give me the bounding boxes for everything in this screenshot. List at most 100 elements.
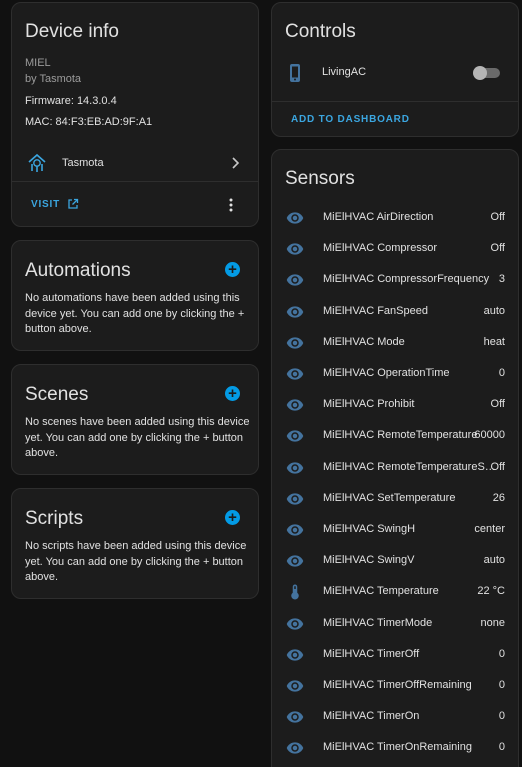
eye-icon [286, 615, 304, 633]
cellphone-icon [288, 63, 302, 88]
add-scene-button[interactable]: + [225, 386, 240, 401]
sensor-value: 22 °C [477, 585, 505, 598]
add-to-dashboard-button[interactable]: ADD TO DASHBOARD [291, 114, 410, 125]
sensor-row[interactable]: MiElHVAC TimerOn 0 [272, 702, 518, 733]
device-model: MIEL [25, 57, 51, 69]
sensor-value: 0 [498, 679, 505, 691]
automations-card: Automations + No automations have been a… [11, 240, 259, 351]
sensor-value: 3 [498, 273, 505, 286]
eye-icon [286, 490, 304, 508]
sensor-name: MiElHVAC TimerOffRemaining [323, 679, 472, 691]
integration-row[interactable]: Tasmota [12, 147, 258, 179]
more-vert-icon[interactable] [228, 197, 234, 213]
eye-icon [286, 739, 304, 757]
sensor-name: MiElHVAC SwingH [323, 523, 416, 535]
sensor-row[interactable]: MiElHVAC SetTemperature 26 [272, 484, 518, 515]
eye-icon [286, 396, 304, 414]
sensor-name: MiElHVAC Mode [323, 335, 405, 348]
mac-address: MAC: 84:F3:EB:AD:9F:A1 [25, 116, 153, 128]
chevron-right-icon [230, 156, 240, 175]
sensor-value: 26 [492, 491, 505, 504]
sensor-value: auto [483, 304, 505, 317]
scenes-empty-text: No scenes have been added using this dev… [25, 416, 250, 459]
sensor-row[interactable]: MiElHVAC FanSpeed auto [272, 297, 518, 328]
sensor-value: Off [490, 242, 505, 255]
sensor-row[interactable]: MiElHVAC CompressorFrequency 3 [272, 265, 518, 296]
livingac-toggle[interactable] [472, 65, 502, 81]
sensors-title: Sensors [285, 168, 355, 189]
controls-title: Controls [285, 21, 356, 42]
eye-icon [286, 427, 304, 445]
sensor-name: MiElHVAC RemoteTemperatureSensorState [323, 460, 499, 473]
sensor-value: 60000 [474, 429, 505, 442]
device-info-title: Device info [25, 21, 119, 42]
sensor-row[interactable]: MiElHVAC TimerOffRemaining 0 [272, 671, 518, 702]
sensor-name: MiElHVAC TimerOff [323, 647, 420, 660]
sensor-row[interactable]: MiElHVAC Compressor Off [272, 234, 518, 265]
sensor-name: MiElHVAC CompressorFrequency [323, 273, 490, 286]
sensor-row[interactable]: MiElHVAC TimerOnRemaining 0 [272, 733, 518, 764]
eye-icon [286, 708, 304, 726]
controls-card: Controls LivingAC ADD TO DASHBOARD [271, 2, 519, 137]
visit-label: VISIT [31, 199, 61, 210]
sensor-name: MiElHVAC AirDirection [323, 211, 434, 223]
scenes-card: Scenes + No scenes have been added using… [11, 364, 259, 475]
eye-icon [286, 365, 304, 383]
sensor-name: MiElHVAC RemoteTemperature [323, 429, 478, 442]
sensor-name: MiElHVAC FanSpeed [323, 304, 428, 317]
sensor-name: MiElHVAC Temperature [323, 585, 439, 598]
sensor-name: MiElHVAC SwingV [323, 554, 415, 567]
eye-icon [286, 521, 304, 539]
sensor-row[interactable]: MiElHVAC TimerOff 0 [272, 640, 518, 671]
entity-row-livingac[interactable]: LivingAC [272, 58, 518, 90]
sensors-card: Sensors MiElHVAC AirDirection Off MiElHVAC… [271, 149, 519, 767]
sensor-row[interactable]: MiElHVAC RemoteTemperature 60000 [272, 421, 518, 452]
eye-icon [286, 334, 304, 352]
sensor-name: MiElHVAC SetTemperature [323, 491, 456, 504]
entity-name: LivingAC [322, 66, 367, 78]
sensor-name: MiElHVAC TimerOnRemaining [323, 741, 472, 754]
scripts-card: Scripts + No scripts have been added usi… [11, 488, 259, 599]
sensor-name: MiElHVAC OperationTime [323, 367, 450, 379]
controls-divider [272, 101, 518, 102]
sensor-value: Off [490, 460, 505, 473]
add-automation-button[interactable]: + [225, 262, 240, 277]
sensor-row[interactable]: MiElHVAC OperationTime 0 [272, 359, 518, 390]
integration-name: Tasmota [62, 157, 104, 169]
visit-button[interactable]: VISIT [31, 196, 91, 214]
eye-icon [286, 459, 304, 477]
device-manufacturer: by Tasmota [25, 73, 82, 85]
sensor-row[interactable]: MiElHVAC Mode heat [272, 328, 518, 359]
add-script-button[interactable]: + [225, 510, 240, 525]
eye-icon [286, 209, 304, 227]
sensor-row[interactable]: MiElHVAC TimerMode none [272, 609, 518, 640]
sensor-value: Off [490, 211, 505, 223]
sensor-value: 0 [498, 710, 505, 723]
sensor-row[interactable]: MiElHVAC SwingV auto [272, 546, 518, 577]
eye-icon [286, 646, 304, 664]
sensor-name: MiElHVAC Compressor [323, 242, 438, 255]
sensor-row[interactable]: MiElHVAC Prohibit Off [272, 390, 518, 421]
eye-icon [286, 677, 304, 695]
eye-icon [286, 303, 304, 321]
sensor-value: heat [483, 335, 505, 348]
sensor-value: none [480, 616, 505, 629]
sensor-value: auto [483, 554, 505, 567]
sensor-value: 0 [498, 741, 505, 754]
sensor-value: 0 [498, 367, 505, 379]
scripts-title: Scripts [25, 508, 84, 529]
eye-icon [286, 552, 304, 570]
sensor-name: MiElHVAC TimerOn [323, 710, 420, 723]
eye-icon [286, 271, 304, 289]
sensor-row[interactable]: MiElHVAC RemoteTemperatureSensorStateOff [272, 453, 518, 484]
sensor-value: center [474, 523, 505, 535]
sensor-name: MiElHVAC TimerMode [323, 616, 433, 629]
sensor-row[interactable]: MiElHVAC AirDirection Off [272, 203, 518, 234]
open-in-new-icon [67, 197, 79, 215]
sensor-row[interactable]: MiElHVAC Temperature 22 °C [272, 577, 518, 608]
thermometer-icon [286, 583, 304, 601]
sensor-row[interactable]: MiElHVAC SwingH center [272, 515, 518, 546]
scenes-title: Scenes [25, 384, 89, 405]
tasmota-logo-icon [26, 152, 48, 174]
device-info-divider [12, 181, 258, 182]
